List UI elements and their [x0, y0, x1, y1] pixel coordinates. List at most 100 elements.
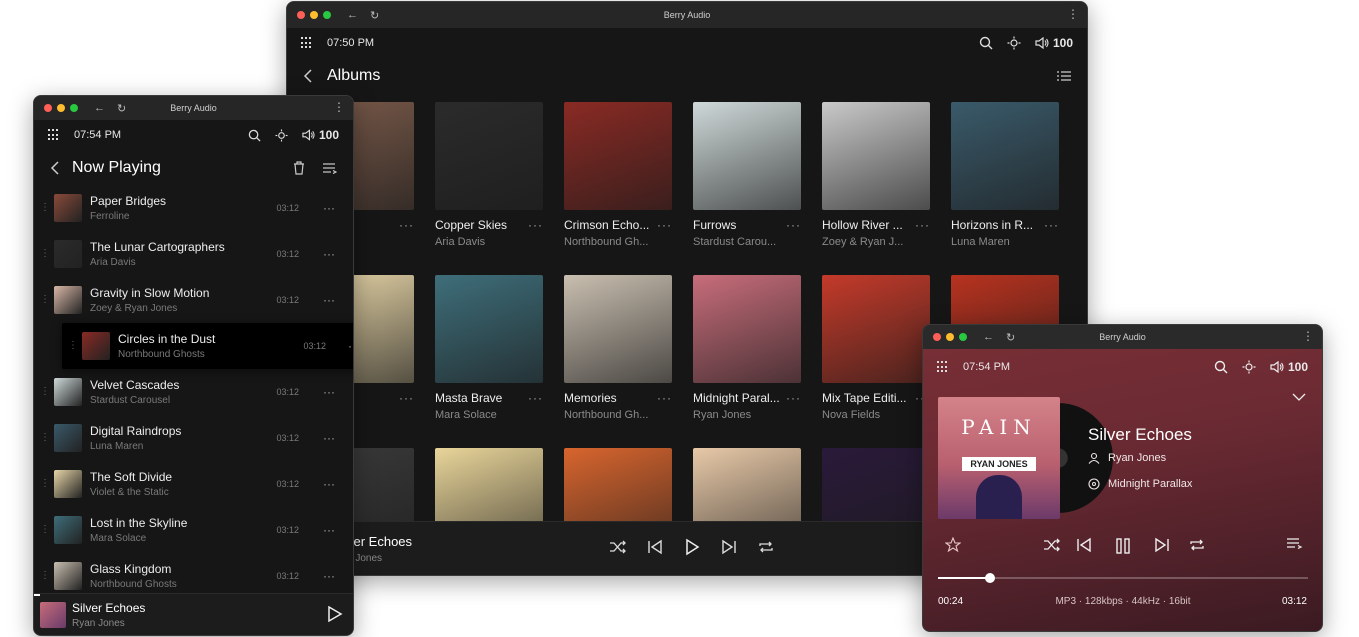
more-horizontal-icon[interactable]: ···: [323, 247, 335, 261]
shuffle-icon[interactable]: [1043, 537, 1061, 553]
apps-grid-icon[interactable]: [301, 37, 313, 49]
drag-handle-icon[interactable]: ⋮⋮: [68, 341, 88, 351]
album-card[interactable]: Midnight Paral... Ryan Jones ···: [693, 275, 801, 421]
track-artist[interactable]: Ryan Jones: [1088, 452, 1166, 464]
album-cover[interactable]: [693, 275, 801, 383]
maximize-window-button[interactable]: [323, 11, 331, 19]
track-row[interactable]: ⋮⋮ Velvet Cascades Stardust Carousel 03:12 ·…: [34, 369, 353, 415]
search-icon[interactable]: [248, 129, 261, 142]
more-horizontal-icon[interactable]: ···: [399, 391, 414, 405]
trash-icon[interactable]: [293, 161, 305, 175]
next-icon[interactable]: [721, 538, 737, 556]
more-horizontal-icon[interactable]: ···: [323, 431, 335, 445]
album-cover[interactable]: [564, 275, 672, 383]
next-icon[interactable]: [1154, 537, 1170, 553]
progress-bar[interactable]: [938, 573, 1308, 583]
more-horizontal-icon[interactable]: ···: [657, 218, 672, 232]
minimize-window-button[interactable]: [57, 104, 65, 112]
more-horizontal-icon[interactable]: ···: [323, 385, 335, 399]
more-vertical-icon[interactable]: ⋮: [1067, 7, 1079, 21]
reload-icon[interactable]: ↻: [1006, 331, 1015, 344]
chevron-down-icon[interactable]: [1292, 393, 1306, 401]
mini-progress-bar[interactable]: [34, 594, 40, 596]
track-row[interactable]: ⋮⋮ Circles in the Dust Northbound Ghosts 03…: [62, 323, 353, 369]
maximize-window-button[interactable]: [70, 104, 78, 112]
more-horizontal-icon[interactable]: ···: [915, 218, 930, 232]
album-cover[interactable]: [693, 102, 801, 210]
track-row[interactable]: ⋮⋮ The Lunar Cartographers Aria Davis 03:12…: [34, 231, 353, 277]
more-horizontal-icon[interactable]: ···: [528, 218, 543, 232]
brightness-icon[interactable]: [275, 128, 288, 142]
track-row[interactable]: ⋮⋮ Gravity in Slow Motion Zoey & Ryan Jone…: [34, 277, 353, 323]
minimize-window-button[interactable]: [310, 11, 318, 19]
apps-grid-icon[interactable]: [48, 129, 60, 141]
chevron-left-icon[interactable]: [303, 69, 313, 83]
previous-icon[interactable]: [1076, 537, 1092, 553]
album-cover[interactable]: [435, 102, 543, 210]
album-cover[interactable]: [564, 102, 672, 210]
album-card[interactable]: Copper Skies Aria Davis ···: [435, 102, 543, 248]
more-horizontal-icon[interactable]: ···: [399, 218, 414, 232]
close-window-button[interactable]: [44, 104, 52, 112]
more-vertical-icon[interactable]: ⋮: [333, 100, 345, 114]
back-arrow-icon[interactable]: ←: [347, 9, 358, 22]
album-cover[interactable]: [822, 275, 930, 383]
album-cover[interactable]: [822, 102, 930, 210]
more-horizontal-icon[interactable]: ···: [323, 293, 335, 307]
track-row[interactable]: ⋮⋮ Digital Raindrops Luna Maren 03:12 ···: [34, 415, 353, 461]
track-row[interactable]: ⋮⋮ Paper Bridges Ferroline 03:12 ···: [34, 185, 353, 231]
maximize-window-button[interactable]: [959, 333, 967, 341]
back-arrow-icon[interactable]: ←: [94, 102, 105, 115]
album-card[interactable]: Crimson Echo... Northbound Gh... ···: [564, 102, 672, 248]
album-card[interactable]: Mix Tape Editi...Nova Fields···: [822, 275, 930, 421]
drag-handle-icon[interactable]: ⋮⋮: [40, 571, 60, 581]
more-horizontal-icon[interactable]: ···: [1044, 218, 1059, 232]
more-horizontal-icon[interactable]: ···: [348, 339, 353, 353]
queue-list-icon[interactable]: [323, 161, 337, 175]
more-horizontal-icon[interactable]: ···: [323, 523, 335, 537]
drag-handle-icon[interactable]: ⋮⋮: [40, 479, 60, 489]
repeat-icon[interactable]: [1188, 537, 1206, 553]
drag-handle-icon[interactable]: ⋮⋮: [40, 387, 60, 397]
more-horizontal-icon[interactable]: ···: [528, 391, 543, 405]
chevron-left-icon[interactable]: [50, 161, 60, 175]
reload-icon[interactable]: ↻: [370, 9, 379, 22]
close-window-button[interactable]: [933, 333, 941, 341]
album-cover[interactable]: [951, 102, 1059, 210]
search-icon[interactable]: [979, 36, 993, 50]
track-row[interactable]: ⋮⋮ Lost in the Skyline Mara Solace 03:12 ···: [34, 507, 353, 553]
apps-grid-icon[interactable]: [937, 361, 949, 373]
more-horizontal-icon[interactable]: ···: [323, 201, 335, 215]
search-icon[interactable]: [1214, 360, 1228, 374]
list-view-icon[interactable]: [1057, 70, 1071, 82]
album-card[interactable]: Horizons in R... Luna Maren ···: [951, 102, 1059, 248]
progress-knob[interactable]: [984, 573, 995, 583]
reload-icon[interactable]: ↻: [117, 102, 126, 115]
pause-icon[interactable]: [1114, 537, 1132, 555]
repeat-icon[interactable]: [757, 538, 775, 556]
brightness-icon[interactable]: [1007, 36, 1021, 50]
more-horizontal-icon[interactable]: ···: [323, 477, 335, 491]
more-horizontal-icon[interactable]: ···: [786, 391, 801, 405]
album-card[interactable]: Hollow River ... Zoey & Ryan J... ···: [822, 102, 930, 248]
album-cover[interactable]: [435, 275, 543, 383]
more-horizontal-icon[interactable]: ···: [657, 391, 672, 405]
more-vertical-icon[interactable]: ⋮: [1302, 329, 1314, 343]
more-horizontal-icon[interactable]: ···: [786, 218, 801, 232]
drag-handle-icon[interactable]: ⋮⋮: [40, 249, 60, 259]
album-card[interactable]: Furrows Stardust Carou... ···: [693, 102, 801, 248]
drag-handle-icon[interactable]: ⋮⋮: [40, 295, 60, 305]
volume-control[interactable]: 100: [1035, 36, 1073, 50]
album-card[interactable]: Memories Northbound Gh... ···: [564, 275, 672, 421]
play-icon[interactable]: [327, 605, 343, 623]
drag-handle-icon[interactable]: ⋮⋮: [40, 525, 60, 535]
drag-handle-icon[interactable]: ⋮⋮: [40, 433, 60, 443]
previous-icon[interactable]: [647, 538, 663, 556]
shuffle-icon[interactable]: [609, 538, 627, 556]
minimize-window-button[interactable]: [946, 333, 954, 341]
queue-list-icon[interactable]: [1287, 537, 1303, 551]
play-icon[interactable]: [683, 538, 701, 556]
track-row[interactable]: ⋮⋮ The Soft Divide Violet & the Static 03:1…: [34, 461, 353, 507]
track-album[interactable]: Midnight Parallax: [1088, 478, 1192, 490]
volume-control[interactable]: 100: [1270, 360, 1308, 374]
